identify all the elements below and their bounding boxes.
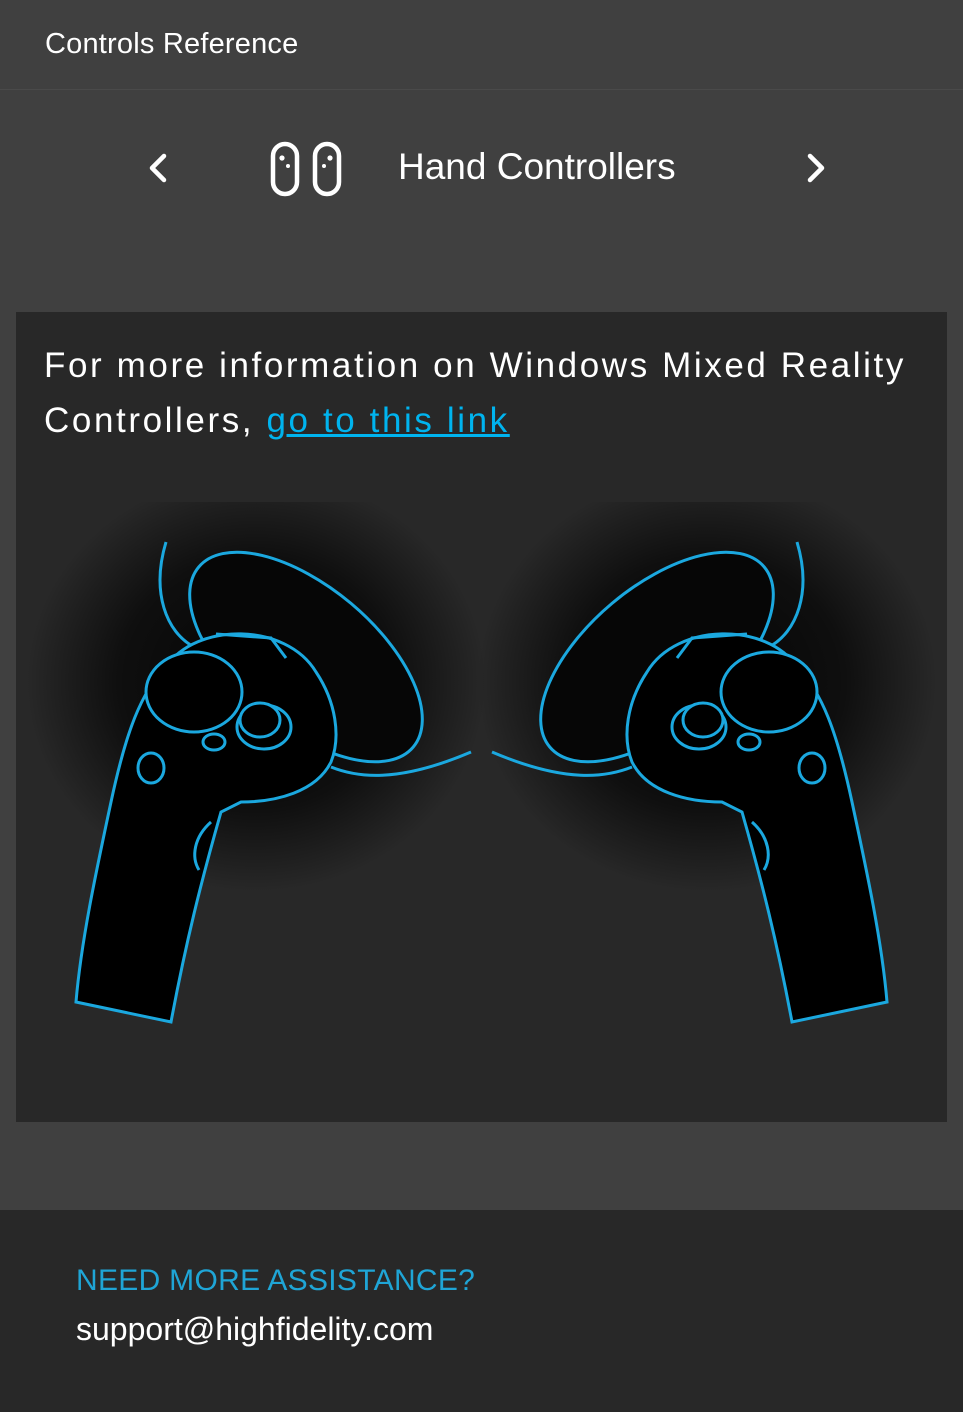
chevron-right-icon[interactable] <box>801 148 831 188</box>
info-paragraph: For more information on Windows Mixed Re… <box>44 338 924 448</box>
chevron-left-icon[interactable] <box>143 148 173 188</box>
support-footer: NEED MORE ASSISTANCE? support@highfideli… <box>0 1210 963 1412</box>
controls-reference-page: Controls Reference Hand Controllers For … <box>0 0 963 1412</box>
controllers-illustration <box>26 502 937 1024</box>
left-controller <box>26 502 486 1024</box>
device-title: Hand Controllers <box>398 146 676 187</box>
device-selector: Hand Controllers <box>0 120 963 215</box>
hand-controllers-icon <box>270 141 342 197</box>
controller-info-panel: For more information on Windows Mixed Re… <box>16 312 947 1122</box>
support-email[interactable]: support@highfidelity.com <box>76 1311 433 1348</box>
app-header: Controls Reference <box>0 0 963 90</box>
assistance-heading: NEED MORE ASSISTANCE? <box>76 1264 476 1297</box>
right-controller <box>477 502 937 1024</box>
page-title: Controls Reference <box>45 28 299 60</box>
info-link[interactable]: go to this link <box>266 401 509 440</box>
